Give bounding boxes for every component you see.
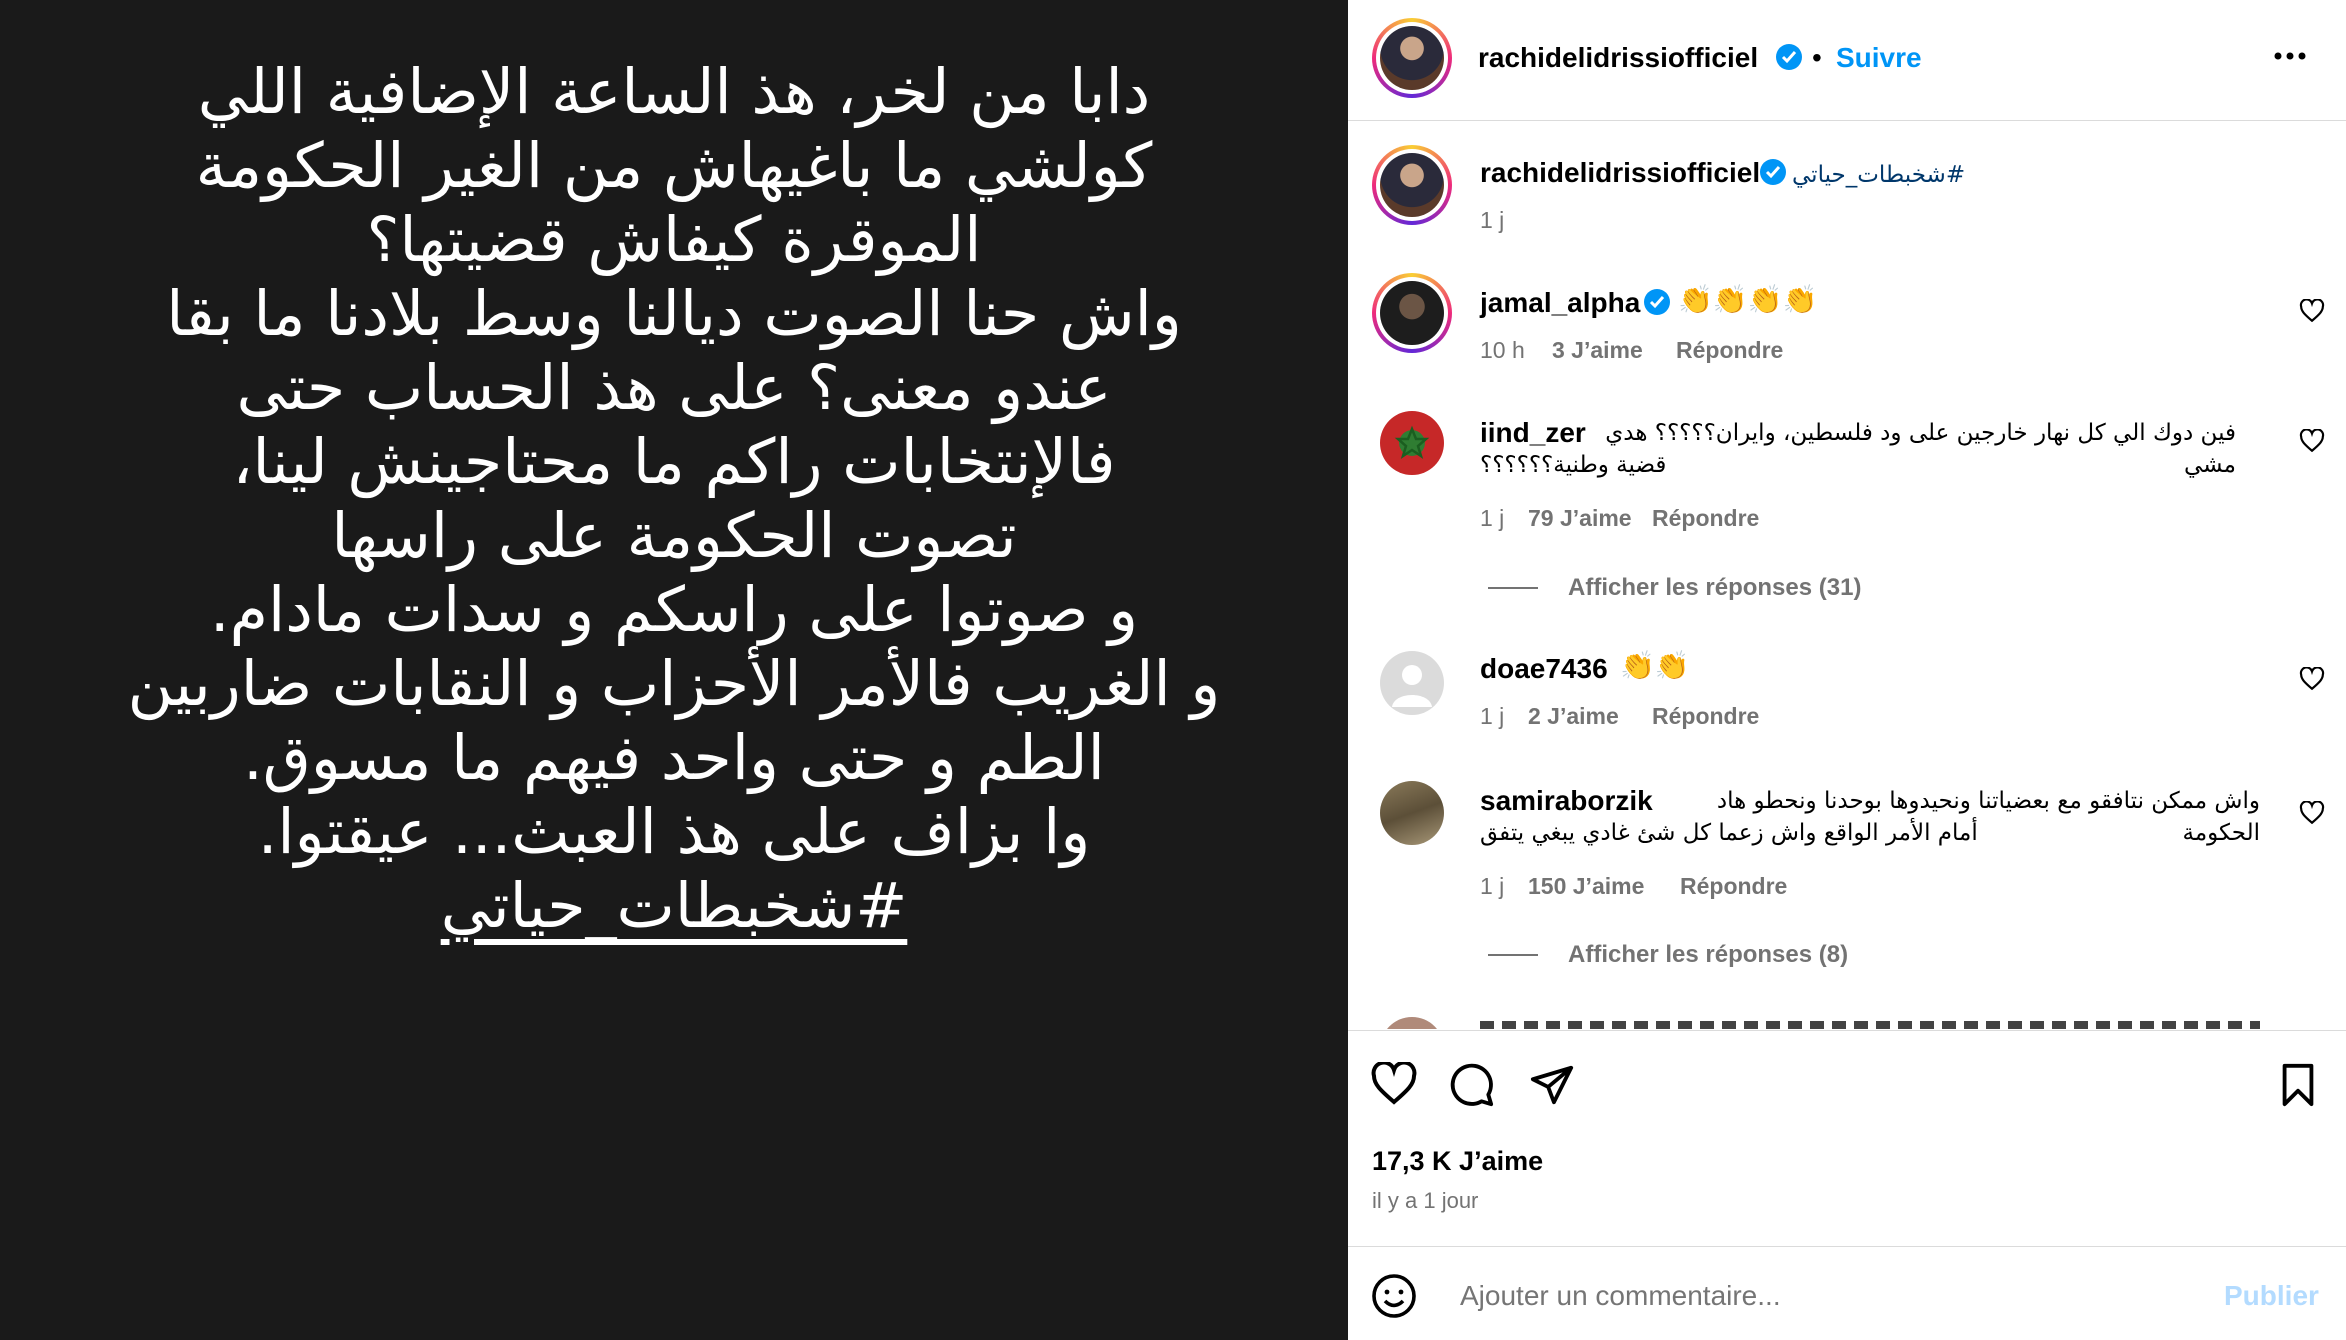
comment-username[interactable]: samiraborzik bbox=[1480, 785, 1653, 817]
post-image-line: وا بزاف على هذ العبث... عيقتوا. bbox=[257, 795, 1091, 868]
comment-avatar[interactable] bbox=[1380, 411, 1444, 475]
comment-likes[interactable]: 79 J’aime bbox=[1528, 505, 1632, 532]
replies-divider bbox=[1488, 587, 1538, 589]
divider bbox=[1348, 1030, 2346, 1031]
reply-button[interactable]: Répondre bbox=[1652, 505, 1759, 532]
caption-time: 1 j bbox=[1480, 207, 1505, 233]
post-image-line: الموقرة كيفاش قضيتها؟ bbox=[366, 203, 982, 276]
comment-avatar[interactable] bbox=[1380, 781, 1444, 845]
post-time: il y a 1 jour bbox=[1372, 1188, 1479, 1213]
like-comment-icon[interactable] bbox=[2299, 428, 2325, 458]
comment-text: 👏👏 bbox=[1620, 650, 1690, 681]
comment-avatar[interactable] bbox=[1372, 273, 1452, 353]
comment-username[interactable]: jamal_alpha bbox=[1480, 287, 1640, 319]
post-side-panel: rachidelidrissiofficiel • Suivre rachide… bbox=[1348, 0, 2346, 1340]
comment-likes[interactable]: 2 J’aime bbox=[1528, 703, 1619, 730]
like-comment-icon[interactable] bbox=[2299, 298, 2325, 328]
post-image-line: واش حنا الصوت ديالنا وسط بلادنا ما بقا bbox=[166, 277, 1182, 350]
comment-icon[interactable] bbox=[1448, 1062, 1496, 1113]
comment-time: 1 j bbox=[1480, 505, 1505, 531]
reply-button[interactable]: Répondre bbox=[1676, 337, 1783, 364]
follow-button[interactable]: Suivre bbox=[1836, 42, 1922, 74]
verified-badge-icon bbox=[1760, 159, 1786, 185]
verified-badge-icon bbox=[1644, 289, 1670, 315]
like-icon[interactable] bbox=[1370, 1060, 1418, 1111]
comment-likes[interactable]: 3 J’aime bbox=[1552, 337, 1643, 364]
verified-badge-icon bbox=[1776, 44, 1802, 70]
post-image-line: تصوت الحكومة على راسها bbox=[331, 499, 1017, 572]
comment-text: 👏👏👏👏 bbox=[1678, 284, 1818, 315]
post-image-line: عندو معنى؟ على هذ الحساب حتى bbox=[236, 351, 1112, 424]
divider bbox=[1348, 1246, 2346, 1247]
reply-button[interactable]: Répondre bbox=[1680, 873, 1787, 900]
separator: • bbox=[1812, 42, 1822, 73]
view-replies-button[interactable]: Afficher les réponses (8) bbox=[1568, 941, 1848, 969]
emoji-icon[interactable] bbox=[1370, 1272, 1418, 1325]
comment-time: 1 j bbox=[1480, 703, 1505, 729]
default-avatar-icon[interactable] bbox=[1380, 651, 1444, 715]
comment-text-partial bbox=[1480, 1021, 2260, 1029]
comments-list[interactable]: rachidelidrissiofficiel #شخبطات_حياتي 1 … bbox=[1348, 121, 2346, 1029]
post-image-hashtag: #شخبطات_حياتي bbox=[440, 869, 908, 942]
post-image[interactable]: دابا من لخر، هذ الساعة الإضافية اللي كول… bbox=[0, 0, 1348, 1340]
comment-time: 10 h bbox=[1480, 337, 1525, 363]
replies-divider bbox=[1488, 954, 1538, 956]
caption-hashtag[interactable]: #شخبطات_حياتي bbox=[1792, 159, 1965, 191]
like-comment-icon[interactable] bbox=[2299, 800, 2325, 830]
view-replies-button[interactable]: Afficher les réponses (31) bbox=[1568, 574, 1861, 602]
author-username[interactable]: rachidelidrissiofficiel bbox=[1478, 42, 1758, 74]
comment-input[interactable] bbox=[1460, 1276, 2160, 1316]
comment-text-line: قضية وطنية؟؟؟؟؟؟ bbox=[1480, 452, 1667, 478]
post-image-line: كولشي ما باغيهاش من الغير الحكومة bbox=[195, 129, 1153, 202]
comment-text-line: أمام الأمر الواقع واش زعما كل شئ غادي يب… bbox=[1480, 820, 1978, 846]
author-avatar[interactable] bbox=[1372, 18, 1452, 98]
more-options-icon[interactable] bbox=[2272, 48, 2308, 69]
post-image-line: الطم و حتى واحد فيهم ما مسوق. bbox=[243, 721, 1105, 794]
caption-avatar[interactable] bbox=[1372, 145, 1452, 225]
reply-button[interactable]: Répondre bbox=[1652, 703, 1759, 730]
save-icon[interactable] bbox=[2278, 1062, 2318, 1113]
post-image-line: و صوتوا على راسكم و سدات مادام. bbox=[209, 573, 1139, 646]
comment-time: 1 j bbox=[1480, 873, 1505, 899]
comment-username[interactable]: doae7436 bbox=[1480, 653, 1608, 685]
post-image-line: و الغريب فالأمر الأحزاب و النقابات ضاربي… bbox=[127, 647, 1221, 720]
comment-username[interactable]: iind_zer bbox=[1480, 417, 1586, 449]
comment-avatar[interactable] bbox=[1380, 1017, 1444, 1029]
likes-count[interactable]: 17,3 K J’aime bbox=[1372, 1146, 1543, 1177]
like-comment-icon[interactable] bbox=[2299, 666, 2325, 696]
post-image-line: دابا من لخر، هذ الساعة الإضافية اللي bbox=[197, 55, 1151, 128]
share-icon[interactable] bbox=[1528, 1062, 1576, 1113]
publish-button[interactable]: Publier bbox=[2224, 1280, 2319, 1312]
caption-username[interactable]: rachidelidrissiofficiel bbox=[1480, 157, 1760, 189]
comment-likes[interactable]: 150 J’aime bbox=[1528, 873, 1644, 900]
post-image-line: فالإنتخابات راكم ما محتاجينش لينا، bbox=[232, 425, 1116, 498]
